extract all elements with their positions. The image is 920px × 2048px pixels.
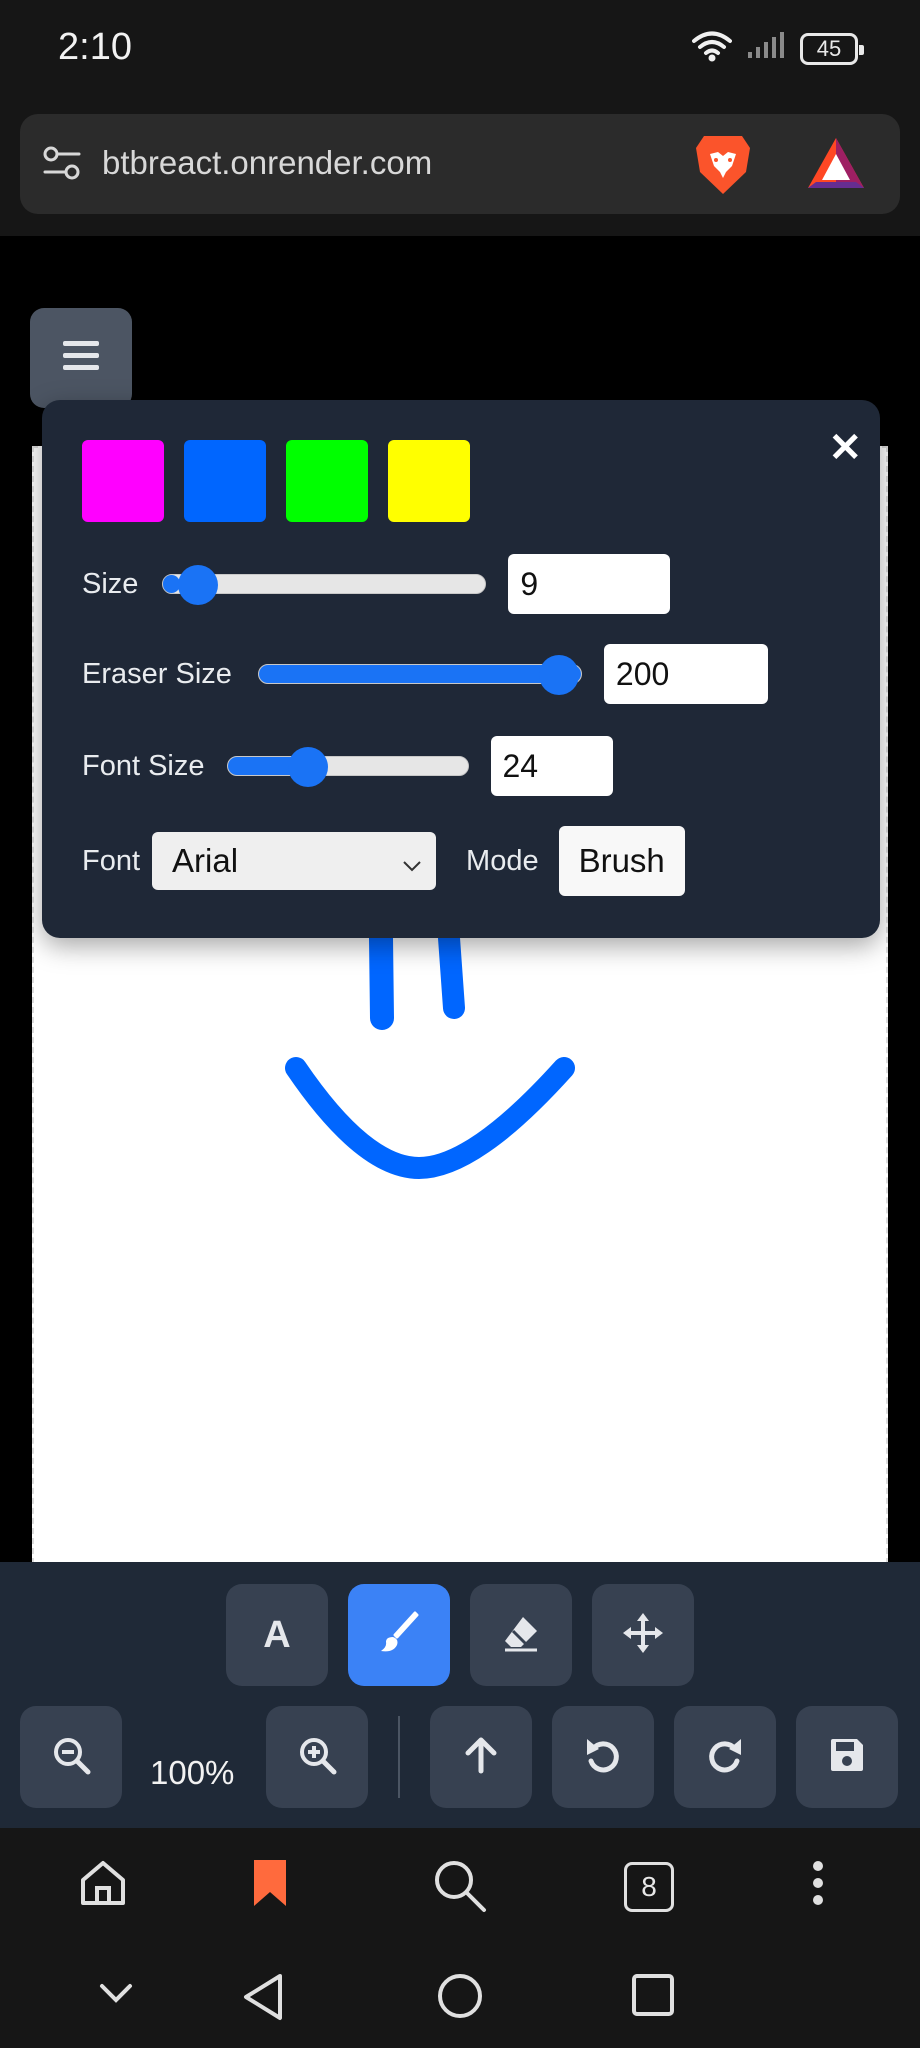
app-root: 2:10 45 btbreact.onrender.com ✕ Size 9 E…: [0, 0, 920, 2048]
slider-thumb[interactable]: [538, 655, 579, 695]
tool-toolbar: A 100%: [0, 1562, 920, 1828]
browser-toolbar: btbreact.onrender.com: [0, 100, 920, 236]
tabs-count-button[interactable]: 8: [624, 1862, 674, 1912]
slider-fill: [258, 665, 581, 683]
size-slider[interactable]: [162, 565, 487, 605]
hamburger-icon: [61, 339, 101, 378]
zoom-out-icon: [51, 1735, 91, 1780]
chevron-down-icon: [400, 848, 424, 886]
redo-icon: [705, 1735, 745, 1780]
chevron-down-icon[interactable]: [96, 1972, 136, 2017]
font-select[interactable]: Arial: [152, 832, 437, 890]
zoom-out-button[interactable]: [20, 1706, 122, 1808]
eraser-size-row: Eraser Size 200: [82, 644, 768, 704]
status-icons: 45: [692, 30, 864, 67]
home-icon[interactable]: [78, 1858, 128, 1913]
upload-button[interactable]: [430, 1706, 532, 1808]
size-label: Size: [82, 567, 139, 600]
brave-shields-icon[interactable]: [694, 132, 752, 201]
recents-icon[interactable]: [630, 1972, 676, 2023]
font-size-row: Font Size 24: [82, 736, 613, 796]
system-nav-bar: [0, 1948, 920, 2048]
color-swatches: [82, 440, 470, 522]
wifi-icon: [692, 30, 732, 67]
undo-icon: [583, 1735, 623, 1780]
font-size-label: Font Size: [82, 749, 205, 782]
menu-button[interactable]: [30, 308, 132, 408]
url-text[interactable]: btbreact.onrender.com: [102, 144, 432, 182]
eraser-icon: [501, 1613, 541, 1658]
undo-button[interactable]: [552, 1706, 654, 1808]
bookmark-icon[interactable]: [252, 1858, 288, 1913]
font-size-input[interactable]: 24: [490, 736, 613, 796]
move-arrows-icon: [623, 1612, 663, 1658]
text-tool-button[interactable]: A: [226, 1584, 328, 1686]
swatch-green[interactable]: [286, 440, 368, 522]
swatch-yellow[interactable]: [388, 440, 470, 522]
slider-thumb[interactable]: [177, 565, 218, 605]
eraser-size-slider[interactable]: [257, 655, 582, 695]
battery-level: 45: [816, 35, 842, 61]
toolbar-divider: [398, 1716, 400, 1798]
font-select-value: Arial: [172, 842, 239, 879]
status-time: 2:10: [58, 26, 132, 68]
swatch-magenta[interactable]: [82, 440, 164, 522]
font-mode-row: Font Arial Mode Brush: [82, 826, 685, 896]
swatch-blue[interactable]: [184, 440, 266, 522]
back-icon[interactable]: [240, 1972, 286, 2027]
zoom-level: 100%: [150, 1754, 235, 1791]
size-input[interactable]: 9: [508, 554, 671, 614]
eraser-tool-button[interactable]: [470, 1584, 572, 1686]
signal-icon: [746, 32, 786, 65]
zoom-in-icon: [297, 1735, 337, 1780]
status-bar: 2:10 45: [0, 0, 920, 100]
redo-button[interactable]: [674, 1706, 776, 1808]
save-icon: [829, 1737, 865, 1778]
search-icon[interactable]: [432, 1858, 488, 1919]
brave-rewards-icon[interactable]: [806, 136, 866, 197]
font-size-slider[interactable]: [226, 747, 469, 787]
save-button[interactable]: [796, 1706, 898, 1808]
battery-icon: 45: [800, 32, 864, 65]
settings-panel: ✕ Size 9 Eraser Size 200 Font Size 24 Fo…: [42, 400, 880, 938]
home-circle-icon[interactable]: [436, 1972, 484, 2025]
move-tool-button[interactable]: [592, 1584, 694, 1686]
eraser-size-label: Eraser Size: [82, 657, 232, 690]
font-label: Font: [82, 844, 141, 877]
slider-thumb[interactable]: [287, 747, 328, 787]
arrow-up-icon: [463, 1735, 499, 1780]
eraser-size-input[interactable]: 200: [603, 644, 768, 704]
close-icon[interactable]: ✕: [828, 428, 862, 468]
site-settings-icon[interactable]: [42, 144, 82, 189]
more-options-icon[interactable]: [808, 1858, 828, 1913]
zoom-in-button[interactable]: [266, 1706, 368, 1808]
address-bar[interactable]: btbreact.onrender.com: [20, 114, 900, 214]
paintbrush-icon: [377, 1611, 421, 1660]
mode-label: Mode: [466, 844, 539, 877]
mode-button[interactable]: Brush: [558, 826, 685, 896]
browser-bottom-nav: 8: [0, 1828, 920, 1948]
brush-tool-button[interactable]: [348, 1584, 450, 1686]
size-row: Size 9: [82, 554, 671, 614]
text-tool-icon: A: [263, 1613, 291, 1656]
